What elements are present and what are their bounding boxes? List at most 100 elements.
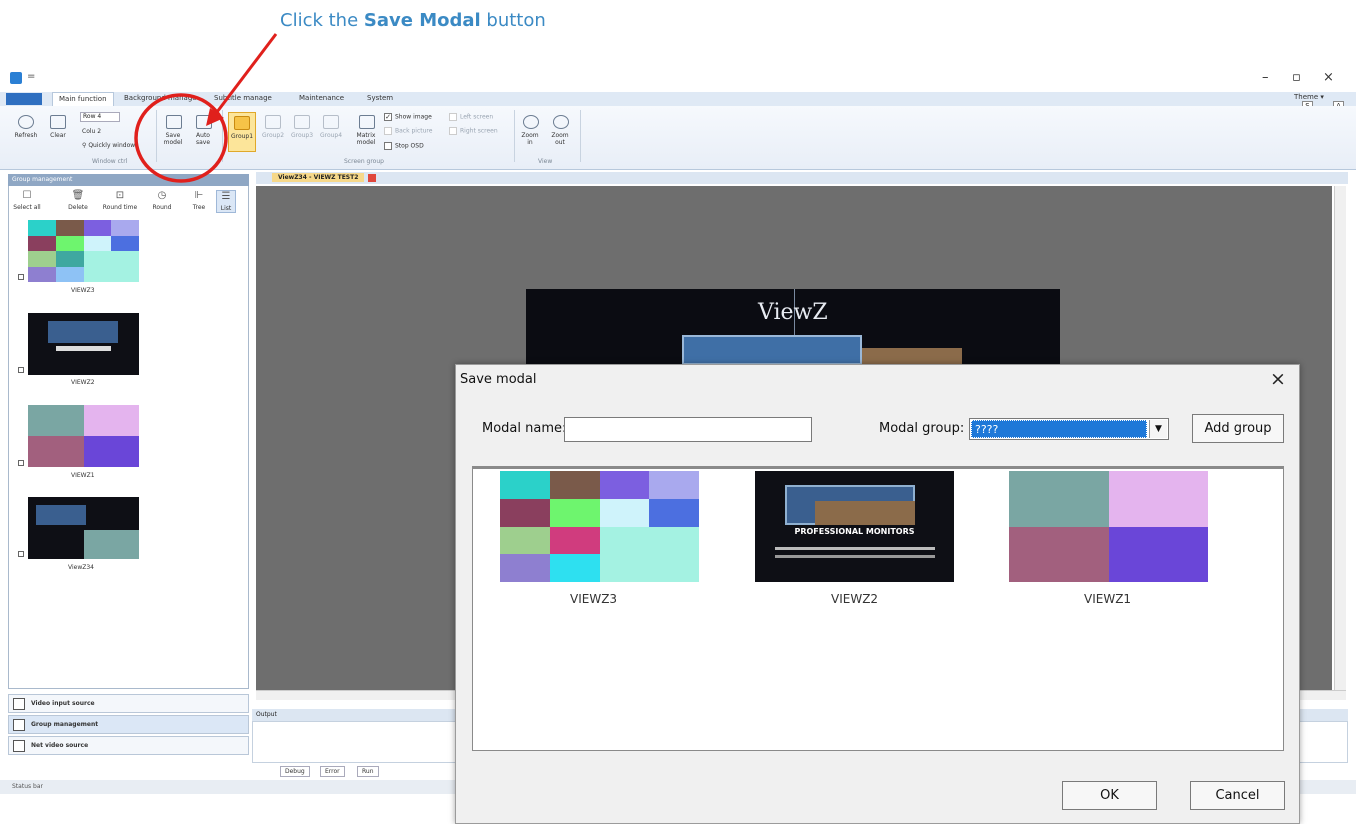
chevron-down-icon[interactable]: ▼ (1149, 420, 1167, 438)
group-label-window: Window ctrl (92, 158, 128, 165)
tab-subtitle-manage[interactable]: Subtitle manage (214, 94, 272, 102)
annotation-prefix: Click the (280, 10, 364, 31)
ribbon-separator (222, 110, 223, 162)
matrix-model-icon (359, 115, 375, 129)
output-tab-run[interactable]: Run (357, 766, 379, 777)
group4-icon (323, 115, 339, 129)
gallery-thumb-viewz3[interactable] (500, 471, 699, 582)
group4-button[interactable]: Group4 (317, 115, 345, 139)
clear-button[interactable]: Clear (46, 115, 70, 139)
checkbox-checked-icon: ✓ (384, 113, 392, 121)
group1-icon (234, 116, 250, 130)
application-menu-button[interactable] (6, 93, 42, 105)
select-all-icon: ☐ (22, 190, 32, 201)
group1-button[interactable]: Group1 (228, 112, 256, 152)
select-all-button[interactable]: ☐ Select all (10, 190, 44, 211)
annotation-bold: Save Modal (363, 10, 481, 31)
round-button[interactable]: ◷ Round (148, 190, 176, 211)
ribbon-separator (156, 110, 157, 162)
refresh-icon (18, 115, 34, 129)
thumbnail-checkbox[interactable] (18, 274, 24, 280)
title-bar (0, 66, 1356, 90)
thumbnail-label: VIEWZ1 (71, 472, 95, 479)
thumbnail-checkbox[interactable] (18, 460, 24, 466)
modal-group-value: ???? (971, 420, 1147, 438)
gallery-thumb-viewz2[interactable]: PROFESSIONAL MONITORS (755, 471, 954, 582)
tab-background-manage[interactable]: Background manage (124, 94, 197, 102)
output-tab-error[interactable]: Error (320, 766, 345, 777)
auto-save-button[interactable]: Auto save (193, 115, 215, 146)
cancel-button[interactable]: Cancel (1190, 781, 1285, 810)
back-picture-checkbox[interactable]: Back picture (384, 127, 432, 135)
ribbon-separator (514, 110, 515, 162)
group-management-item[interactable]: Group management (8, 715, 249, 734)
instruction-annotation: Click the Save Modal button (280, 10, 546, 31)
row-spinner[interactable]: Row 4 (80, 112, 120, 122)
group2-button[interactable]: Group2 (259, 115, 287, 139)
checkbox-icon (449, 127, 457, 135)
list-icon: ☰ (221, 191, 231, 202)
ribbon-tab-bar (0, 92, 1356, 106)
zoom-out-icon (553, 115, 569, 129)
list-view-button[interactable]: ☰ List (216, 190, 236, 213)
add-group-button[interactable]: Add group (1192, 414, 1284, 443)
close-icon[interactable]: × (1270, 369, 1286, 389)
close-tab-icon[interactable] (368, 174, 376, 182)
tab-main-function[interactable]: Main function (52, 92, 114, 106)
document-tab[interactable]: ViewZ34 - VIEWZ TEST2 (272, 173, 365, 182)
ok-button[interactable]: OK (1062, 781, 1157, 810)
group-label-screen: Screen group (344, 158, 384, 165)
gallery-label: VIEWZ2 (831, 592, 879, 606)
tab-system[interactable]: System (367, 94, 393, 102)
trash-icon: 🗑 (71, 190, 85, 201)
thumbnail-viewz3[interactable] (28, 220, 139, 282)
net-video-source-item[interactable]: Net video source (8, 736, 249, 755)
modal-group-select[interactable]: ???? ▼ (969, 418, 1169, 440)
thumbnail-label: VIEWZ3 (71, 287, 95, 294)
preview-logo: ViewZ (758, 300, 828, 325)
gallery-label: VIEWZ1 (1084, 592, 1132, 606)
checkbox-icon (449, 113, 457, 121)
vertical-scrollbar[interactable] (1334, 186, 1346, 690)
refresh-button[interactable]: Refresh (12, 115, 40, 139)
thumbnail-viewz2[interactable] (28, 313, 139, 375)
close-window-button[interactable]: × (1323, 70, 1334, 85)
group3-button[interactable]: Group3 (288, 115, 316, 139)
video-input-icon (13, 698, 25, 710)
gallery-thumb-viewz1[interactable] (1009, 471, 1208, 582)
restore-button[interactable]: ▫ (1292, 70, 1301, 85)
preview-monitor-image (682, 335, 862, 365)
minimize-button[interactable]: – (1262, 70, 1269, 85)
left-screen-checkbox[interactable]: Left screen (449, 113, 493, 121)
zoom-out-button[interactable]: Zoom out (550, 115, 572, 146)
thumbnail-viewz1[interactable] (28, 405, 139, 467)
thumbnail-viewz34[interactable] (28, 497, 139, 559)
stop-osd-checkbox[interactable]: Stop OSD (384, 142, 424, 150)
quick-access-toolbar[interactable]: = (27, 71, 35, 82)
round-time-button[interactable]: ⊡ Round time (98, 190, 142, 211)
tab-maintenance[interactable]: Maintenance (299, 94, 344, 102)
delete-button[interactable]: 🗑 Delete (64, 190, 92, 211)
right-screen-checkbox[interactable]: Right screen (449, 127, 498, 135)
clock-icon: ◷ (157, 190, 167, 201)
theme-dropdown[interactable]: Theme ▾ (1294, 93, 1324, 101)
save-model-button[interactable]: Save model (163, 115, 185, 146)
group2-icon (265, 115, 281, 129)
thumbnail-label: ViewZ34 (68, 564, 94, 571)
video-input-source-item[interactable]: Video input source (8, 694, 249, 713)
modal-name-label: Modal name: (482, 421, 567, 436)
show-image-checkbox[interactable]: ✓ Show image (384, 113, 432, 121)
thumbnail-checkbox[interactable] (18, 551, 24, 557)
column-spinner[interactable]: Colu 2 (82, 128, 101, 135)
output-tab-debug[interactable]: Debug (280, 766, 310, 777)
quickly-window-button[interactable]: ⚲ Quickly window (82, 142, 135, 149)
modal-group-label: Modal group: (879, 421, 965, 436)
tree-view-button[interactable]: ⊩ Tree (188, 190, 210, 211)
zoom-in-icon (523, 115, 539, 129)
matrix-model-button[interactable]: Matrix model (354, 115, 380, 146)
zoom-in-button[interactable]: Zoom in (520, 115, 542, 146)
modal-name-input[interactable] (564, 417, 812, 442)
document-tab-bar (256, 172, 1348, 184)
app-icon (10, 72, 22, 84)
thumbnail-checkbox[interactable] (18, 367, 24, 373)
